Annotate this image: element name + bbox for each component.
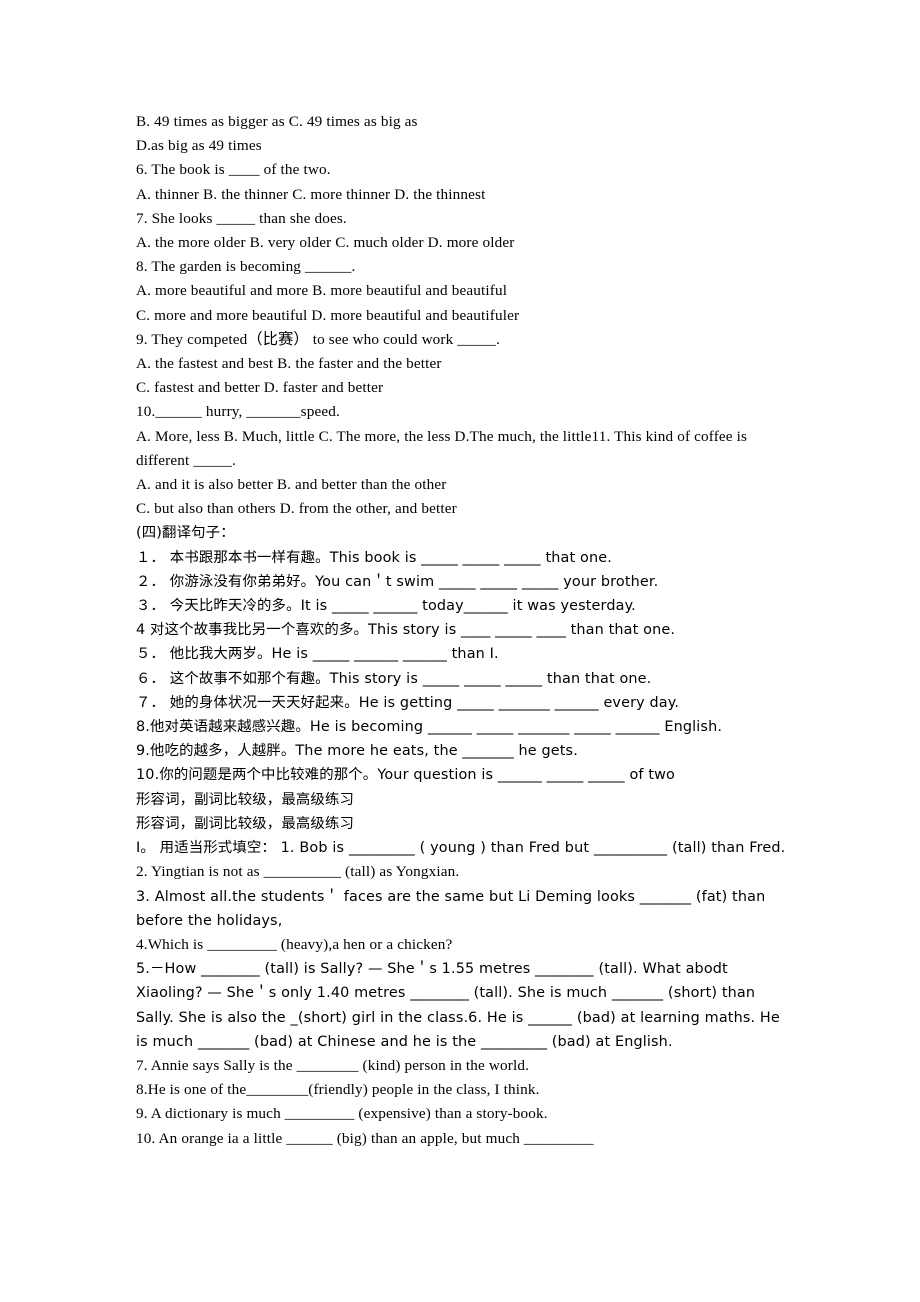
text-line: A. thinner B. the thinner C. more thinne… (136, 185, 486, 203)
worksheet-title: 形容词，副词比较级，最高级练习 (136, 791, 355, 808)
text-line: 9. A dictionary is much _________ (expen… (136, 1105, 548, 1123)
text-line: D.as big as 49 times (136, 137, 262, 155)
text-line: C. but also than others D. from the othe… (136, 500, 457, 518)
text-line: 5.－How ________ (tall) is Sally? — She＇s… (136, 961, 785, 1050)
text-line: 10.______ hurry, _______speed. (136, 403, 340, 421)
text-line: 9. They competed（比赛） to see who could wo… (136, 330, 501, 348)
worksheet-title-duplicate: 形容词，副词比较级，最高级练习 (136, 815, 355, 832)
text-line: ６． 这个故事不如那个有趣。This story is _____ _____ … (136, 670, 652, 687)
text-line: 6. The book is ____ of the two. (136, 161, 331, 179)
text-line: 4 对这个故事我比另一个喜欢的多。This story is ____ ____… (136, 622, 676, 639)
text-line: 7. She looks _____ than she does. (136, 209, 347, 227)
text-line: ３． 今天比昨天冷的多。It is _____ ______ today____… (136, 598, 636, 615)
section-heading-translate: (四)翻译句子： (136, 525, 235, 542)
text-line: ２． 你游泳没有你弟弟好。You can＇t swim _____ _____ … (136, 573, 659, 590)
text-line: 7. Annie says Sally is the ________ (kin… (136, 1056, 530, 1074)
text-line: A. and it is also better B. and better t… (136, 476, 447, 494)
text-line: A. more beautiful and more B. more beaut… (136, 282, 508, 300)
text-line: B. 49 times as bigger as C. 49 times as … (136, 113, 418, 130)
text-line: ７． 她的身体状况一天天好起来。He is getting _____ ____… (136, 694, 680, 711)
text-line: ５． 他比我大两岁。He is _____ ______ ______ than… (136, 646, 499, 663)
text-line: C. fastest and better D. faster and bett… (136, 379, 384, 397)
text-line: １． 本书跟那本书一样有趣。This book is _____ _____ _… (136, 549, 612, 566)
text-line: 8. The garden is becoming ______. (136, 258, 356, 276)
text-line: C. more and more beautiful D. more beaut… (136, 306, 520, 324)
text-line: 8.He is one of the________(friendly) peo… (136, 1081, 540, 1099)
text-line: 4.Which is _________ (heavy),a hen or a … (136, 935, 453, 953)
text-line: A. the more older B. very older C. much … (136, 234, 515, 252)
text-line: 10. An orange ia a little ______ (big) t… (136, 1129, 594, 1147)
text-line: 9.他吃的越多，人越胖。The more he eats, the ______… (136, 743, 578, 760)
text-line: A. More, less B. Much, little C. The mor… (136, 427, 752, 469)
text-line: 2. Yingtian is not as __________ (tall) … (136, 863, 460, 881)
text-line: 8.他对英语越来越感兴趣。He is becoming ______ _____… (136, 719, 723, 736)
text-line: 3. Almost all.the students＇ faces are th… (136, 888, 771, 929)
section-heading-fill-blanks: Ⅰ。 用适当形式填空： 1. Bob is _________ ( young … (136, 840, 786, 857)
worksheet-body: B. 49 times as bigger as C. 49 times as … (136, 110, 788, 1151)
document-page: B. 49 times as bigger as C. 49 times as … (0, 0, 920, 1302)
text-line: A. the fastest and best B. the faster an… (136, 355, 442, 373)
text-line: 10.你的问题是两个中比较难的那个。Your question is _____… (136, 767, 676, 784)
